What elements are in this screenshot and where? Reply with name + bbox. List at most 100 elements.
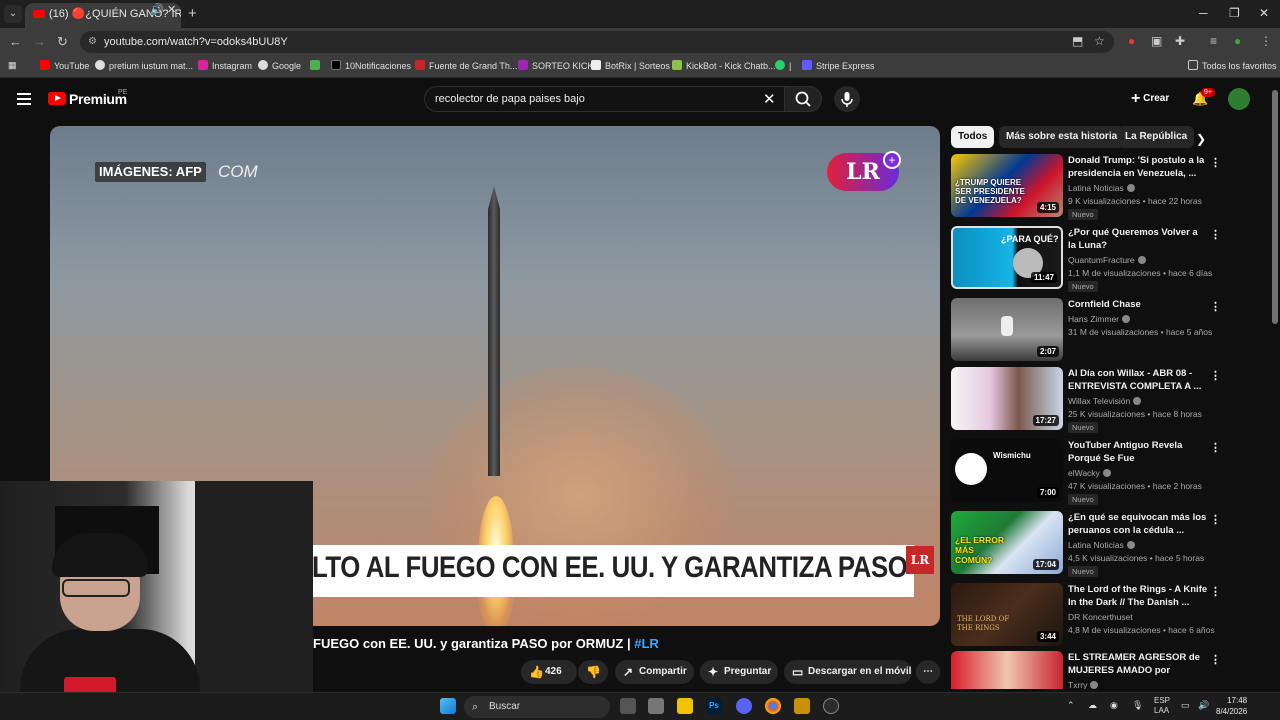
back-button[interactable]: ← [9, 34, 22, 49]
site-info-icon[interactable]: ⚙ [88, 31, 97, 53]
reload-button[interactable]: ↻ [57, 34, 68, 50]
chip-todos[interactable]: Todos [951, 126, 995, 148]
share-button[interactable]: ↗ Compartir [615, 660, 694, 684]
search-input[interactable]: recolector de papa paises bajo [424, 86, 786, 112]
chevron-right-icon[interactable]: ❯ [1196, 132, 1206, 146]
apps-grid-icon[interactable]: ▦ [8, 60, 17, 71]
kebab-menu-icon[interactable]: ⋮ [1210, 369, 1221, 382]
bookmark-youtube[interactable]: YouTube [40, 60, 89, 71]
rec-title: EL STREAMER AGRESOR de MUJERES AMADO por… [1068, 652, 1200, 676]
video-thumbnail[interactable]: Wismichu 7:00 [951, 439, 1063, 502]
youtube-logo-icon[interactable] [48, 92, 66, 105]
extension-icon[interactable]: ● [1128, 34, 1135, 48]
kebab-menu-icon[interactable]: ⋮ [1210, 585, 1221, 598]
voice-search-button[interactable] [834, 86, 860, 112]
tray-chevron-icon[interactable]: ⌃ [1067, 700, 1075, 711]
more-actions-button[interactable]: ⋯ [916, 660, 940, 684]
video-thumbnail[interactable]: 17:27 [951, 367, 1063, 430]
windows-start-icon[interactable] [440, 698, 456, 714]
task-view-icon[interactable] [620, 698, 636, 714]
page-scrollbar[interactable] [1272, 90, 1278, 324]
photoshop-icon[interactable]: Ps [706, 698, 722, 714]
rec-title: YouTuber Antiguo Revela Porqué Se Fue [1068, 440, 1183, 464]
bookmark-google[interactable]: Google [258, 60, 301, 71]
chrome-menu-icon[interactable]: ⋮ [1260, 34, 1272, 48]
speaker-icon[interactable]: 🔊 [150, 3, 164, 16]
recommendation-item[interactable]: 17:27 Al Día con Willax - ABR 08 - ENTRE… [951, 367, 1271, 433]
clear-search-icon[interactable]: ✕ [763, 90, 776, 108]
install-icon[interactable]: ⬒ [1072, 34, 1083, 48]
network-icon[interactable]: ▭ [1181, 700, 1190, 711]
language-indicator[interactable]: ESP LAA [1154, 696, 1170, 716]
chip-more-story[interactable]: Más sobre esta historia [999, 126, 1125, 148]
tray-microphone-icon[interactable]: 🎙 [1132, 700, 1143, 711]
volume-icon[interactable]: 🔊 [1198, 700, 1209, 711]
obs-icon[interactable] [823, 698, 839, 714]
restore-button[interactable]: ❐ [1229, 6, 1240, 20]
recommendation-item[interactable]: EL STREAMER AGRESOR de MUJERES AMADO por… [951, 651, 1271, 689]
video-thumbnail[interactable]: ¿PARA QUÉ? 11:47 [951, 226, 1063, 289]
app-icon[interactable] [648, 698, 664, 714]
bookmark-whatsapp[interactable]: | [775, 60, 791, 71]
kebab-menu-icon[interactable]: ⋮ [1210, 513, 1221, 526]
video-thumbnail[interactable]: ¿TRUMP QUIERE SER PRESIDENTE DE VENEZUEL… [951, 154, 1063, 217]
app-icon-2[interactable] [794, 698, 810, 714]
tab-search-button[interactable]: ⌄ [4, 5, 22, 23]
kebab-menu-icon[interactable]: ⋮ [1210, 228, 1221, 241]
search-button[interactable] [784, 86, 822, 112]
video-thumbnail[interactable]: THE LORD OF THE RINGS 3:44 [951, 583, 1063, 646]
tray-app-icon-2[interactable]: ◉ [1110, 700, 1118, 711]
video-thumbnail[interactable]: 2:07 [951, 298, 1063, 361]
download-button[interactable]: ▭ Descargar en el móvil [784, 660, 912, 684]
ask-button[interactable]: ✦ Preguntar [700, 660, 778, 684]
create-button[interactable]: + Crear [1127, 86, 1177, 112]
kebab-menu-icon[interactable]: ⋮ [1210, 300, 1221, 313]
address-bar[interactable]: ⚙ youtube.com/watch?v=odoks4bUU8Y [80, 31, 1114, 53]
bookmark-botrix[interactable]: BotRix | Sorteos [591, 60, 670, 71]
browser-toolbar: ← → ↻ ⚙ youtube.com/watch?v=odoks4bUU8Y … [0, 28, 1280, 56]
channel-logo-image [955, 453, 987, 485]
bookmark-x-notificaciones[interactable]: 10Notificaciones [331, 60, 411, 71]
menu-hamburger-icon[interactable] [17, 93, 31, 105]
tab-close-icon[interactable]: ✕ [167, 3, 176, 16]
reading-list-icon[interactable]: ≡ [1210, 34, 1217, 48]
discord-icon[interactable] [736, 698, 752, 714]
bookmark-instagram[interactable]: Instagram [198, 60, 252, 71]
kebab-menu-icon[interactable]: ⋮ [1210, 156, 1221, 169]
all-bookmarks-folder[interactable]: Todos los favoritos [1188, 60, 1277, 71]
forward-button[interactable]: → [33, 34, 46, 49]
bookmark-sorteo-kick[interactable]: SORTEO KICK [518, 60, 593, 71]
new-tab-button[interactable]: + [188, 5, 197, 22]
recommendation-item[interactable]: ¿EL ERROR MÁS COMÚN? 17:04 ¿En qué se eq… [951, 511, 1271, 577]
chip-la-republica[interactable]: La República [1118, 126, 1195, 148]
recommendation-item[interactable]: 2:07 Cornfield Chase Hans Zimmer 31 M de… [951, 298, 1271, 362]
taskbar-search[interactable]: ⌕ Buscar [464, 696, 610, 718]
kebab-menu-icon[interactable]: ⋮ [1210, 653, 1221, 666]
video-thumbnail[interactable] [951, 651, 1063, 689]
account-avatar[interactable] [1228, 88, 1250, 110]
hashtag-link[interactable]: #LR [634, 636, 659, 651]
extension-icon-2[interactable]: ▣ [1151, 34, 1162, 48]
system-clock[interactable]: 17:48 8/4/2026 [1216, 695, 1247, 717]
bookmark-gta-font[interactable]: Fuente de Grand Th... [415, 60, 517, 71]
bookmark-kickbot[interactable]: KickBot - Kick Chatb... [672, 60, 776, 71]
video-thumbnail[interactable]: ¿EL ERROR MÁS COMÚN? 17:04 [951, 511, 1063, 574]
chrome-icon[interactable] [765, 698, 781, 714]
profile-avatar[interactable]: ● [1234, 34, 1241, 48]
bookmark-pretium[interactable]: pretium iustum mat... [95, 60, 193, 71]
window-close-button[interactable]: ✕ [1259, 6, 1269, 20]
recommendation-item[interactable]: ¿TRUMP QUIERE SER PRESIDENTE DE VENEZUEL… [951, 154, 1271, 220]
bookmark-stripe[interactable]: Stripe Express [802, 60, 875, 71]
bookmark-star-icon[interactable]: ☆ [1094, 34, 1105, 48]
file-explorer-icon[interactable] [677, 698, 693, 714]
bookmark-colorful-icon[interactable] [310, 60, 324, 71]
tray-app-icon[interactable]: ☁ [1088, 700, 1097, 711]
recommendation-item[interactable]: THE LORD OF THE RINGS 3:44 The Lord of t… [951, 583, 1271, 647]
dislike-button[interactable]: 👎 [578, 660, 608, 684]
like-button[interactable]: 👍 426 [521, 660, 577, 684]
recommendation-item[interactable]: Wismichu 7:00 YouTuber Antiguo Revela Po… [951, 439, 1271, 505]
recommendation-item[interactable]: ¿PARA QUÉ? 11:47 ¿Por qué Queremos Volve… [951, 226, 1271, 292]
kebab-menu-icon[interactable]: ⋮ [1210, 441, 1221, 454]
extensions-puzzle-icon[interactable]: ✚ [1175, 34, 1185, 48]
minimize-button[interactable]: ─ [1199, 6, 1208, 20]
